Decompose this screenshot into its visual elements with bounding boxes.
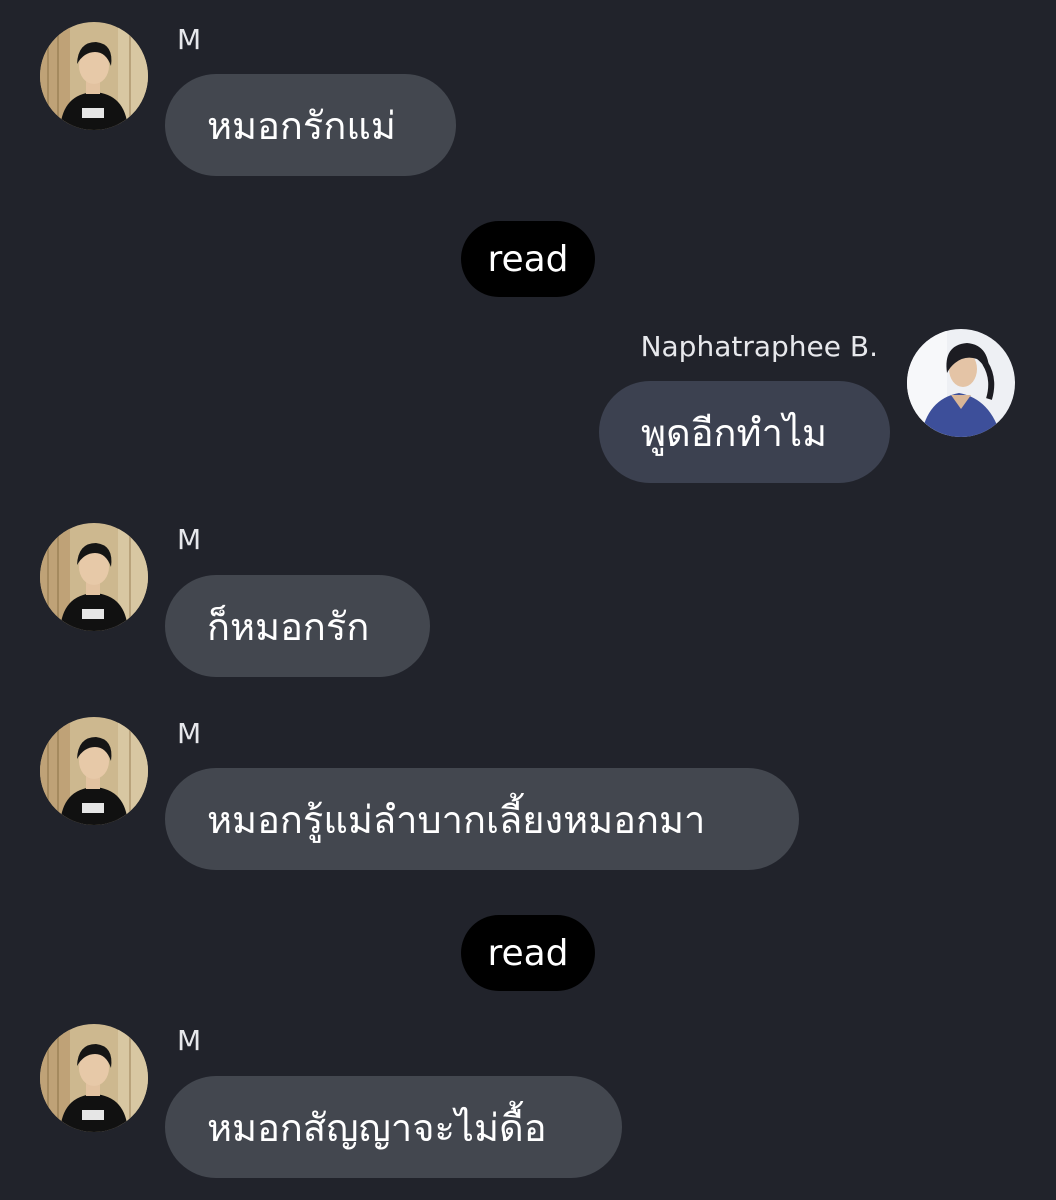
- message-text: หมอกรู้แม่ลำบากเลี้ยงหมอกมา: [207, 797, 706, 842]
- read-receipt-text: read: [487, 238, 569, 280]
- profile-photo-m: [40, 717, 148, 825]
- read-receipt-text: read: [487, 932, 569, 974]
- message-bubble[interactable]: หมอกสัญญาจะไม่ดื้อ: [165, 1076, 622, 1178]
- avatar-naphatraphee[interactable]: [907, 329, 1015, 437]
- message-text: พูดอีกทำไม: [641, 410, 828, 455]
- read-receipt-badge: read: [461, 221, 595, 297]
- avatar-m[interactable]: [40, 1024, 148, 1132]
- sender-name: M: [177, 717, 202, 750]
- message-text: ก็หมอกรัก: [207, 604, 370, 649]
- message-text: หมอกสัญญาจะไม่ดื้อ: [207, 1105, 547, 1150]
- profile-photo-m: [40, 523, 148, 631]
- message-bubble[interactable]: หมอกรู้แม่ลำบากเลี้ยงหมอกมา: [165, 768, 799, 870]
- message-text: หมอกรักแม่: [207, 103, 396, 148]
- avatar-m[interactable]: [40, 717, 148, 825]
- message-bubble[interactable]: หมอกรักแม่: [165, 74, 456, 176]
- profile-photo-m: [40, 22, 148, 130]
- message-bubble[interactable]: ก็หมอกรัก: [165, 575, 430, 677]
- sender-name: Naphatraphee B.: [640, 330, 878, 363]
- sender-name: M: [177, 1024, 202, 1057]
- sender-name: M: [177, 23, 202, 56]
- profile-photo-naphatraphee: [907, 329, 1015, 437]
- message-bubble-own[interactable]: พูดอีกทำไม: [599, 381, 890, 483]
- avatar-m[interactable]: [40, 523, 148, 631]
- profile-photo-m: [40, 1024, 148, 1132]
- sender-name: M: [177, 523, 202, 556]
- avatar-m[interactable]: [40, 22, 148, 130]
- read-receipt-badge: read: [461, 915, 595, 991]
